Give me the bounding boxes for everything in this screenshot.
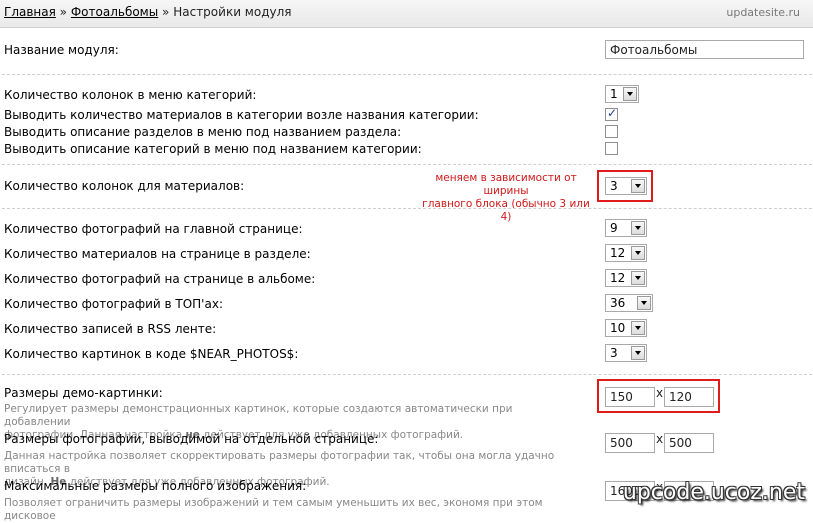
breadcrumb-home-link[interactable]: Главная xyxy=(4,5,56,19)
mat-columns-label: Количество колонок для материалов: xyxy=(4,179,245,193)
photo-size-label: Размеры фотографии, выводимой на отдельн… xyxy=(4,432,379,446)
show-cat-desc-checkbox[interactable] xyxy=(605,142,618,155)
demo-size-label: Размеры демо-картинки: xyxy=(4,386,163,400)
select-value: 3 xyxy=(610,179,618,193)
demo-height-input[interactable]: 120 xyxy=(664,387,714,407)
chevron-down-icon xyxy=(637,296,651,310)
annotation-note: меняем в зависимости от ширины главного … xyxy=(416,172,596,224)
show-section-desc-label: Выводить описание разделов в меню под на… xyxy=(4,125,402,139)
select-value: 3 xyxy=(610,346,618,360)
chevron-down-icon xyxy=(631,271,645,285)
breadcrumb-separator: » xyxy=(162,5,170,19)
module-name-label: Название модуля: xyxy=(4,43,119,57)
select-value: 10 xyxy=(610,321,626,335)
photos-main-select[interactable]: 9 xyxy=(605,219,647,237)
divider xyxy=(2,208,812,209)
show-cat-desc-label: Выводить описание категорий в меню под н… xyxy=(4,142,422,156)
divider xyxy=(2,164,812,165)
photos-album-label: Количество фотографий на странице в альб… xyxy=(4,272,316,286)
mat-columns-select[interactable]: 3 xyxy=(605,177,647,195)
max-size-label: Максимальные размеры полного изображения… xyxy=(4,479,307,493)
chevron-down-icon xyxy=(631,321,645,335)
rss-count-label: Количество записей в RSS ленте: xyxy=(4,322,217,336)
annotation-line: главного блока (обычно 3 или 4) xyxy=(422,198,590,223)
select-value: 1 xyxy=(610,87,618,101)
photos-main-label: Количество фотографий на главной страниц… xyxy=(4,222,303,236)
site-name: updatesite.ru xyxy=(726,6,800,19)
description-line: Данная настройка позволяет скорректирова… xyxy=(4,450,555,475)
photos-album-select[interactable]: 12 xyxy=(605,269,647,287)
photo-width-input[interactable]: 500 xyxy=(605,433,655,453)
show-count-checkbox[interactable] xyxy=(605,106,618,121)
size-separator: x xyxy=(656,432,664,446)
description-line: Позволяет ограничить размеры изображений… xyxy=(4,497,543,522)
chevron-down-icon xyxy=(631,179,645,193)
rss-count-select[interactable]: 10 xyxy=(605,319,647,337)
breadcrumb-albums-link[interactable]: Фотоальбомы xyxy=(71,5,158,19)
select-value: 9 xyxy=(610,221,618,235)
annotation-line: меняем в зависимости от ширины xyxy=(435,172,577,197)
show-section-desc-checkbox[interactable] xyxy=(605,125,618,138)
breadcrumb: Главная » Фотоальбомы » Настройки модуля xyxy=(4,5,291,19)
chevron-down-icon xyxy=(631,246,645,260)
description-line: Регулирует размеры демонстрационных карт… xyxy=(4,403,513,428)
breadcrumb-bar: Главная » Фотоальбомы » Настройки модуля… xyxy=(0,0,813,28)
select-value: 36 xyxy=(610,296,626,310)
chevron-down-icon xyxy=(631,221,645,235)
select-value: 12 xyxy=(610,271,626,285)
module-name-input[interactable]: Фотоальбомы xyxy=(605,40,804,59)
photo-height-input[interactable]: 500 xyxy=(664,433,714,453)
divider xyxy=(2,374,812,375)
cat-columns-select[interactable]: 1 xyxy=(605,85,639,103)
mat-section-select[interactable]: 12 xyxy=(605,244,647,262)
cat-columns-label: Количество колонок в меню категорий: xyxy=(4,88,257,102)
mat-section-label: Количество материалов на странице в разд… xyxy=(4,247,311,261)
max-size-description: Позволяет ограничить размеры изображений… xyxy=(4,497,564,523)
show-count-label: Выводить количество материалов в категор… xyxy=(4,108,479,122)
divider xyxy=(2,74,812,75)
near-photos-label: Количество картинок в коде $NEAR_PHOTOS$… xyxy=(4,347,299,361)
near-photos-select[interactable]: 3 xyxy=(605,344,647,362)
chevron-down-icon xyxy=(623,87,637,101)
breadcrumb-separator: » xyxy=(59,5,68,19)
chevron-down-icon xyxy=(631,346,645,360)
select-value: 12 xyxy=(610,246,626,260)
size-separator: x xyxy=(656,386,664,400)
demo-width-input[interactable]: 150 xyxy=(605,387,655,407)
photos-top-select[interactable]: 36 xyxy=(605,294,653,312)
photos-top-label: Количество фотографий в ТОП'ах: xyxy=(4,297,223,311)
breadcrumb-current: Настройки модуля xyxy=(173,5,292,19)
watermark: upcode.ucoz.net xyxy=(622,480,805,505)
